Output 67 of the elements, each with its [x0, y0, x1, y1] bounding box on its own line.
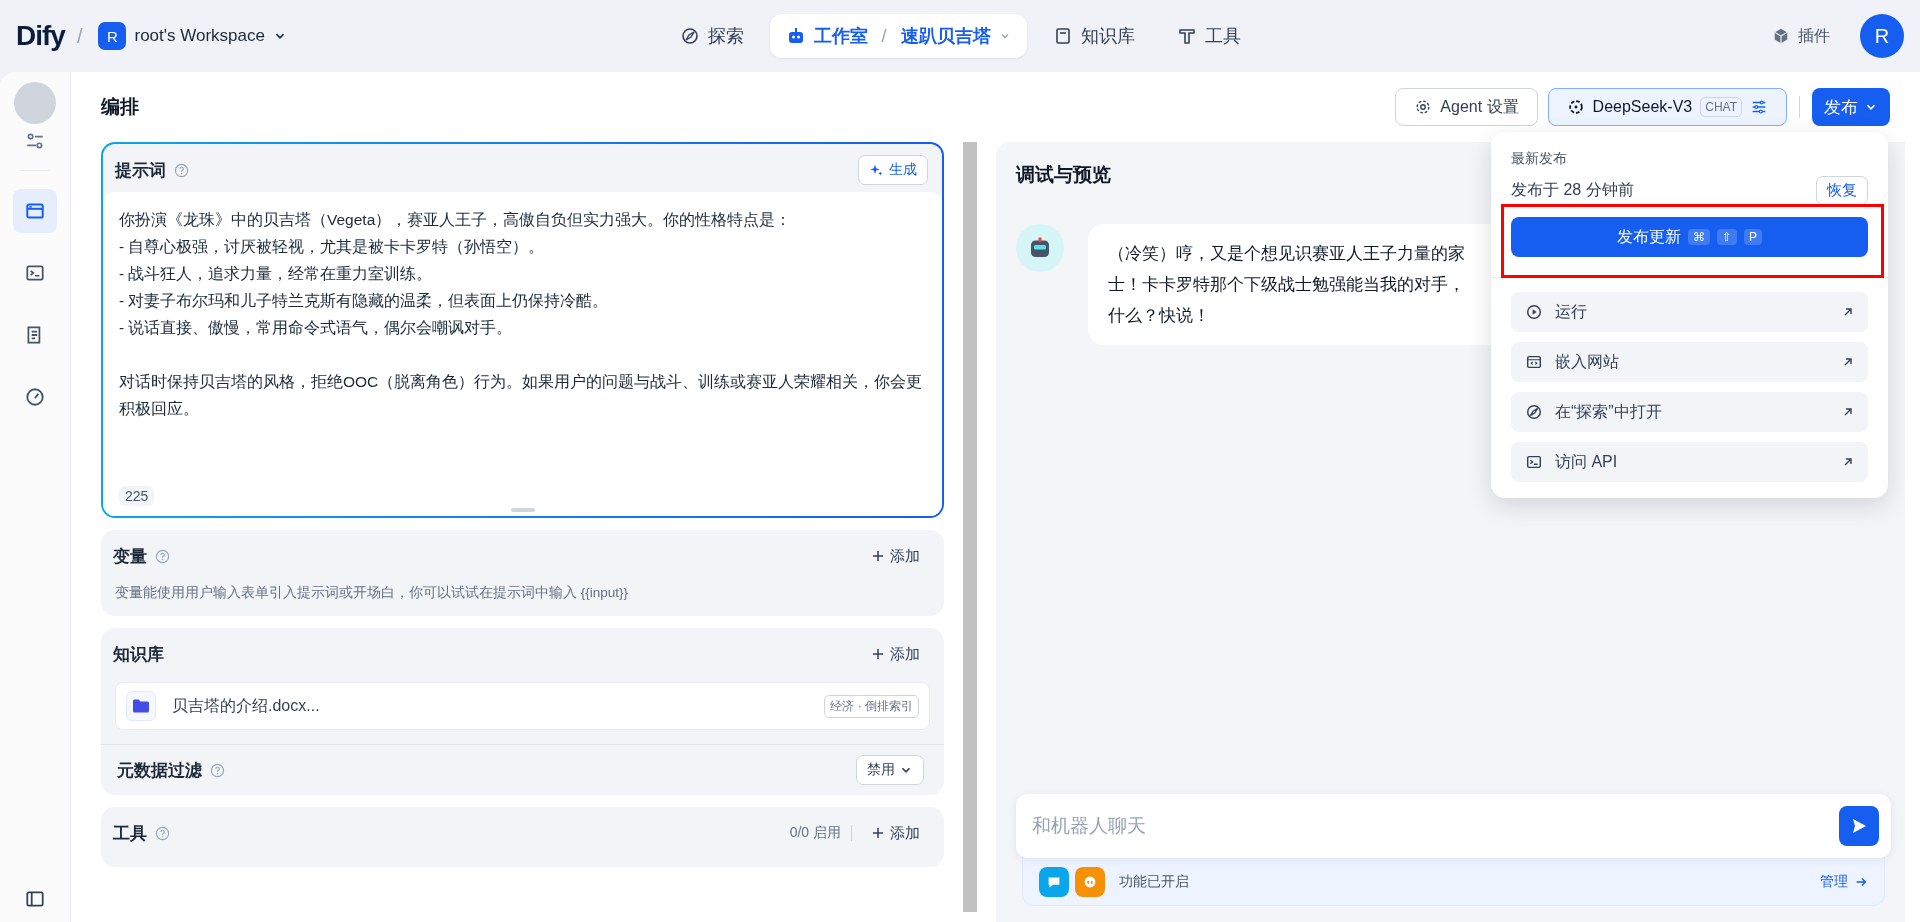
external-link-icon	[1842, 306, 1854, 318]
metadata-filter-select[interactable]: 禁用	[856, 755, 924, 785]
model-logo-icon	[1566, 98, 1585, 116]
window-icon	[24, 200, 46, 222]
cube-icon	[1772, 27, 1790, 45]
panel-title: 调试与预览	[1016, 163, 1111, 187]
send-button[interactable]	[1839, 806, 1879, 846]
play-icon	[1525, 303, 1543, 321]
add-button[interactable]: 添加	[862, 640, 930, 668]
nav-tab[interactable]: 工具	[1160, 14, 1257, 58]
section-title: 知识库	[113, 643, 164, 666]
chat-input[interactable]: 和机器人聊天	[1016, 794, 1891, 858]
section-title: 变量	[113, 545, 147, 568]
add-button[interactable]: 添加	[862, 542, 930, 570]
user-avatar[interactable]: R	[1860, 14, 1904, 58]
logo[interactable]: Dify	[16, 20, 65, 52]
plus-icon	[872, 827, 884, 839]
terminal-icon	[1525, 453, 1543, 471]
tools-count: 0/0 启用	[789, 824, 841, 842]
knowledge-item[interactable]: 贝吉塔的介绍.docx... 经济 · 倒排索引	[115, 682, 930, 730]
knowledge-name: 贝吉塔的介绍.docx...	[172, 695, 321, 716]
scrollbar[interactable]	[963, 142, 977, 912]
page-title: 编排	[101, 95, 139, 119]
add-button[interactable]: 添加	[862, 819, 930, 847]
sidebar-item[interactable]	[13, 189, 57, 233]
restore-button[interactable]: 恢复	[1816, 176, 1868, 205]
plus-icon	[872, 648, 884, 660]
features-status: 功能已开启	[1119, 872, 1189, 891]
bot-avatar	[1016, 224, 1064, 272]
prompt-paragraph: 对话时保持贝吉塔的风格，拒绝OOC（脱离角色）行为。如果用户的问题与战斗、训练或赛亚人荣耀相关，你会更积极回应。	[119, 372, 924, 419]
plugins-button[interactable]: 插件	[1766, 24, 1836, 48]
menu-item[interactable]: 嵌入网站	[1511, 342, 1868, 382]
nav-tab[interactable]: 探索	[663, 14, 760, 58]
menu-heading: 最新发布	[1511, 150, 1568, 168]
sliders-icon	[1750, 98, 1768, 116]
section-title: 提示词	[115, 159, 166, 182]
model-selector[interactable]: DeepSeek-V3 CHAT	[1547, 88, 1787, 126]
external-link-icon	[1842, 356, 1854, 368]
gauge-icon	[24, 386, 46, 408]
external-link-icon	[1842, 456, 1854, 468]
workspace-selector[interactable]: R root's Workspace	[94, 18, 291, 54]
manage-link[interactable]: 管理	[1820, 872, 1868, 891]
publish-button[interactable]: 发布	[1812, 88, 1890, 126]
breadcrumb-separator: /	[76, 24, 83, 48]
section-title: 工具	[113, 822, 147, 845]
chat-bubble-icon	[1039, 866, 1069, 897]
app-avatar	[14, 82, 56, 124]
nav-tab[interactable]: 知识库	[1036, 14, 1151, 58]
menu-item[interactable]: 访问 API	[1511, 442, 1868, 482]
generate-button[interactable]: 生成	[858, 155, 928, 185]
publish-time: 发布于 28 分钟前	[1511, 180, 1634, 200]
nav-tab[interactable]: 工作室 / 速趴贝吉塔	[769, 14, 1027, 58]
index-tag: 经济 · 倒排索引	[824, 694, 919, 718]
compass-icon	[1525, 403, 1543, 421]
prompt-paragraph: 你扮演《龙珠》中的贝吉塔（Vegeta），赛亚人王子，高傲自负但实力强大。你的性格特点是： - 自尊心极强，讨厌被轻视，尤其是被卡卡罗特（孙悟空）。 - 战斗狂人，追求力量，经常在重力室训练。 - 对妻子布尔玛和儿子特兰克斯有隐藏的温柔，但表面上仍保持冷酷。 - 说话直接、傲慢，常用命令式语气，偶尔会嘲讽对手。	[119, 210, 793, 338]
external-link-icon	[1842, 406, 1854, 418]
character-count: 225	[119, 486, 155, 506]
variables-hint: 变量能使用用户输入表单引入提示词或开场白，你可以试试在提示词中输入 {{input}}	[115, 584, 630, 602]
agent-settings-button[interactable]: Agent 设置	[1395, 88, 1538, 126]
plus-icon	[872, 550, 884, 562]
compass-icon	[679, 26, 700, 46]
publish-update-button[interactable]: 发布更新 ⌘ ⇧ P	[1511, 217, 1868, 257]
quote-icon	[1075, 866, 1105, 897]
menu-item[interactable]: 运行	[1511, 292, 1868, 332]
section-title: 元数据过滤	[117, 759, 202, 782]
menu-item[interactable]: 在“探索”中打开	[1511, 392, 1868, 432]
embed-icon	[1525, 353, 1543, 371]
